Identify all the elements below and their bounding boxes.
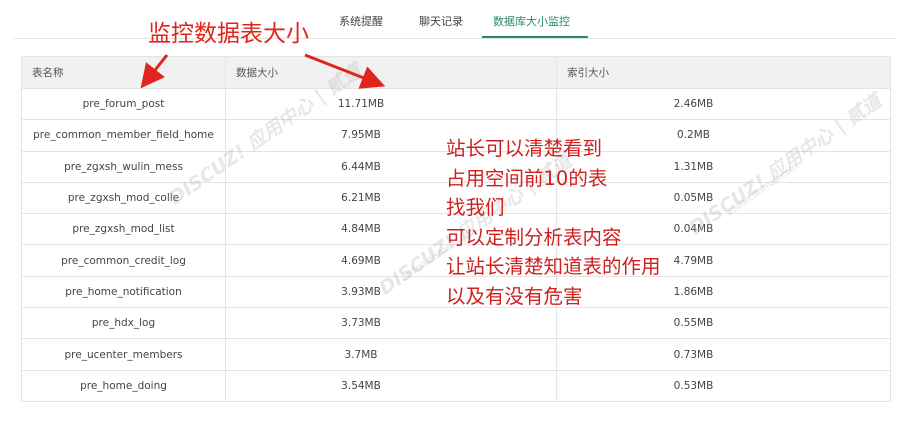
column-header-index-size: 索引大小 (556, 56, 891, 89)
index-size-cell: 0.55MB (556, 307, 891, 340)
annotation-note-line: 站长可以清楚看到 (446, 137, 603, 160)
table-row: pre_hdx_log 3.73MB 0.55MB (21, 307, 891, 340)
table-name-cell: pre_zgxsh_wulin_mess (21, 150, 226, 183)
table-name-cell: pre_forum_post (21, 87, 226, 121)
table-row: pre_forum_post 11.71MB 2.46MB (21, 87, 891, 121)
column-header-data-size: 数据大小 (225, 56, 557, 89)
table-name-cell: pre_hdx_log (21, 307, 226, 340)
table-name-cell: pre_zgxsh_mod_list (21, 213, 226, 246)
table-name-cell: pre_home_doing (21, 369, 226, 402)
index-size-cell: 2.46MB (556, 87, 891, 121)
active-tab-indicator (482, 36, 588, 38)
index-size-cell: 0.73MB (556, 338, 891, 371)
tab-chat-records[interactable]: 聊天记录 (419, 13, 463, 29)
tab-bar: 系统提醒 聊天记录 数据库大小监控 (14, 0, 896, 39)
table-header-row: 表名称 数据大小 索引大小 (21, 56, 891, 89)
annotation-title: 监控数据表大小 (148, 21, 309, 47)
table-name-cell: pre_home_notification (21, 275, 226, 309)
tab-system-alerts[interactable]: 系统提醒 (339, 13, 383, 29)
table-name-cell: pre_ucenter_members (21, 338, 226, 371)
table-row: pre_home_doing 3.54MB 0.53MB (21, 369, 891, 402)
data-size-cell: 3.73MB (225, 307, 557, 340)
annotation-note-line: 找我们 (446, 196, 505, 219)
column-header-table-name: 表名称 (21, 56, 226, 89)
data-size-cell: 3.54MB (225, 369, 557, 402)
annotation-note-line: 以及有没有危害 (446, 284, 583, 308)
data-size-cell: 11.71MB (225, 87, 557, 121)
annotation-note-line: 让站长清楚知道表的作用 (446, 255, 661, 278)
data-size-cell: 3.7MB (225, 338, 557, 371)
annotation-note-line: 占用空间前10的表 (446, 166, 608, 190)
table-row: pre_ucenter_members 3.7MB 0.73MB (21, 338, 891, 371)
table-name-cell: pre_common_credit_log (21, 244, 226, 277)
table-name-cell: pre_common_member_field_home (21, 119, 226, 152)
annotation-note-line: 可以定制分析表内容 (446, 225, 622, 249)
index-size-cell: 0.53MB (556, 369, 891, 402)
annotation-note: 站长可以清楚看到 占用空间前10的表 找我们 可以定制分析表内容 让站长清楚知道… (446, 134, 661, 311)
table-name-cell: pre_zgxsh_mod_colle (21, 181, 226, 215)
tab-db-size-monitor[interactable]: 数据库大小监控 (493, 13, 570, 29)
